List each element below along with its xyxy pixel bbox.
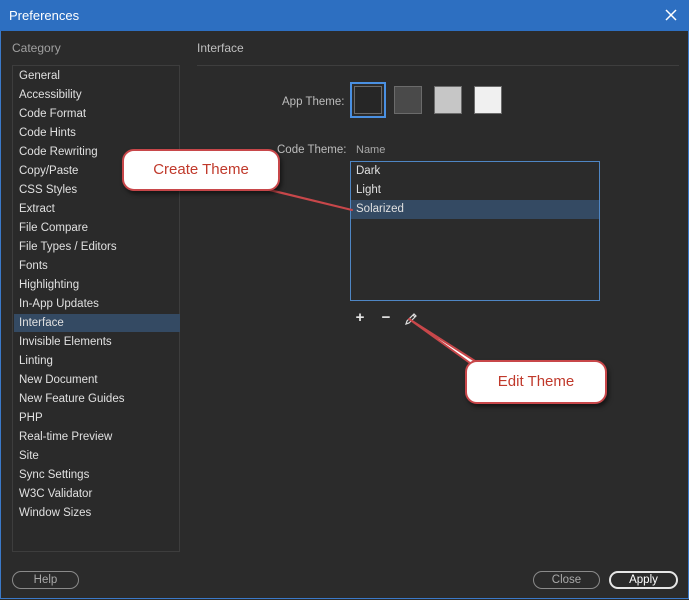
- sidebar-item-site[interactable]: Site: [14, 447, 180, 465]
- sidebar-item-code-format[interactable]: Code Format: [14, 105, 180, 123]
- close-window-button[interactable]: [660, 3, 682, 27]
- sidebar-item-invisible-elements[interactable]: Invisible Elements: [14, 333, 180, 351]
- edit-theme-callout: Edit Theme: [465, 360, 607, 404]
- category-heading: Category: [12, 41, 61, 55]
- sidebar-item-highlighting[interactable]: Highlighting: [14, 276, 180, 294]
- sidebar-item-code-hints[interactable]: Code Hints: [14, 124, 180, 142]
- title-bar: Preferences: [0, 0, 689, 31]
- help-button[interactable]: Help: [12, 571, 79, 589]
- add-theme-button[interactable]: +: [352, 310, 368, 327]
- sidebar-item-w3c-validator[interactable]: W3C Validator: [14, 485, 180, 503]
- sidebar-item-window-sizes[interactable]: Window Sizes: [14, 504, 180, 522]
- code-theme-list[interactable]: Name Dark Light Solarized: [350, 144, 600, 301]
- code-theme-row-dark[interactable]: Dark: [351, 162, 599, 181]
- pencil-icon: [405, 313, 417, 325]
- section-divider: [197, 65, 679, 66]
- dialog-body: Category General Accessibility Code Format…: [0, 31, 689, 599]
- close-icon: [665, 9, 677, 21]
- app-theme-label: App Theme:: [282, 96, 345, 108]
- sidebar-item-php[interactable]: PHP: [14, 409, 180, 427]
- close-button[interactable]: Close: [533, 571, 600, 589]
- window-title: Preferences: [9, 8, 80, 23]
- section-title: Interface: [197, 41, 244, 55]
- sidebar-item-new-document[interactable]: New Document: [14, 371, 180, 389]
- app-theme-swatch[interactable]: [394, 86, 422, 114]
- sidebar-item-file-types-editors[interactable]: File Types / Editors: [14, 238, 180, 256]
- column-header-name: Name: [356, 144, 386, 156]
- app-theme-swatch[interactable]: [474, 86, 502, 114]
- sidebar-item-general[interactable]: General: [14, 67, 180, 85]
- sidebar-item-fonts[interactable]: Fonts: [14, 257, 180, 275]
- sidebar-item-sync-settings[interactable]: Sync Settings: [14, 466, 180, 484]
- sidebar-item-extract[interactable]: Extract: [14, 200, 180, 218]
- code-theme-label: Code Theme:: [277, 144, 347, 156]
- sidebar-item-in-app-updates[interactable]: In-App Updates: [14, 295, 180, 313]
- sidebar-item-linting[interactable]: Linting: [14, 352, 180, 370]
- sidebar-item-accessibility[interactable]: Accessibility: [14, 86, 180, 104]
- category-list[interactable]: General Accessibility Code Format Code Hint…: [12, 65, 180, 552]
- create-theme-callout: Create Theme: [122, 149, 280, 191]
- sidebar-item-real-time-preview[interactable]: Real-time Preview: [14, 428, 180, 446]
- app-theme-swatch[interactable]: [434, 86, 462, 114]
- sidebar-item-interface[interactable]: Interface: [14, 314, 180, 332]
- sidebar-item-file-compare[interactable]: File Compare: [14, 219, 180, 237]
- apply-button[interactable]: Apply: [609, 571, 678, 589]
- remove-theme-button[interactable]: −: [378, 310, 394, 327]
- sidebar-item-new-feature-guides[interactable]: New Feature Guides: [14, 390, 180, 408]
- code-theme-row-light[interactable]: Light: [351, 181, 599, 200]
- edit-theme-button[interactable]: [403, 311, 419, 327]
- app-theme-swatch[interactable]: [350, 82, 386, 118]
- code-theme-row-solarized[interactable]: Solarized: [351, 200, 599, 219]
